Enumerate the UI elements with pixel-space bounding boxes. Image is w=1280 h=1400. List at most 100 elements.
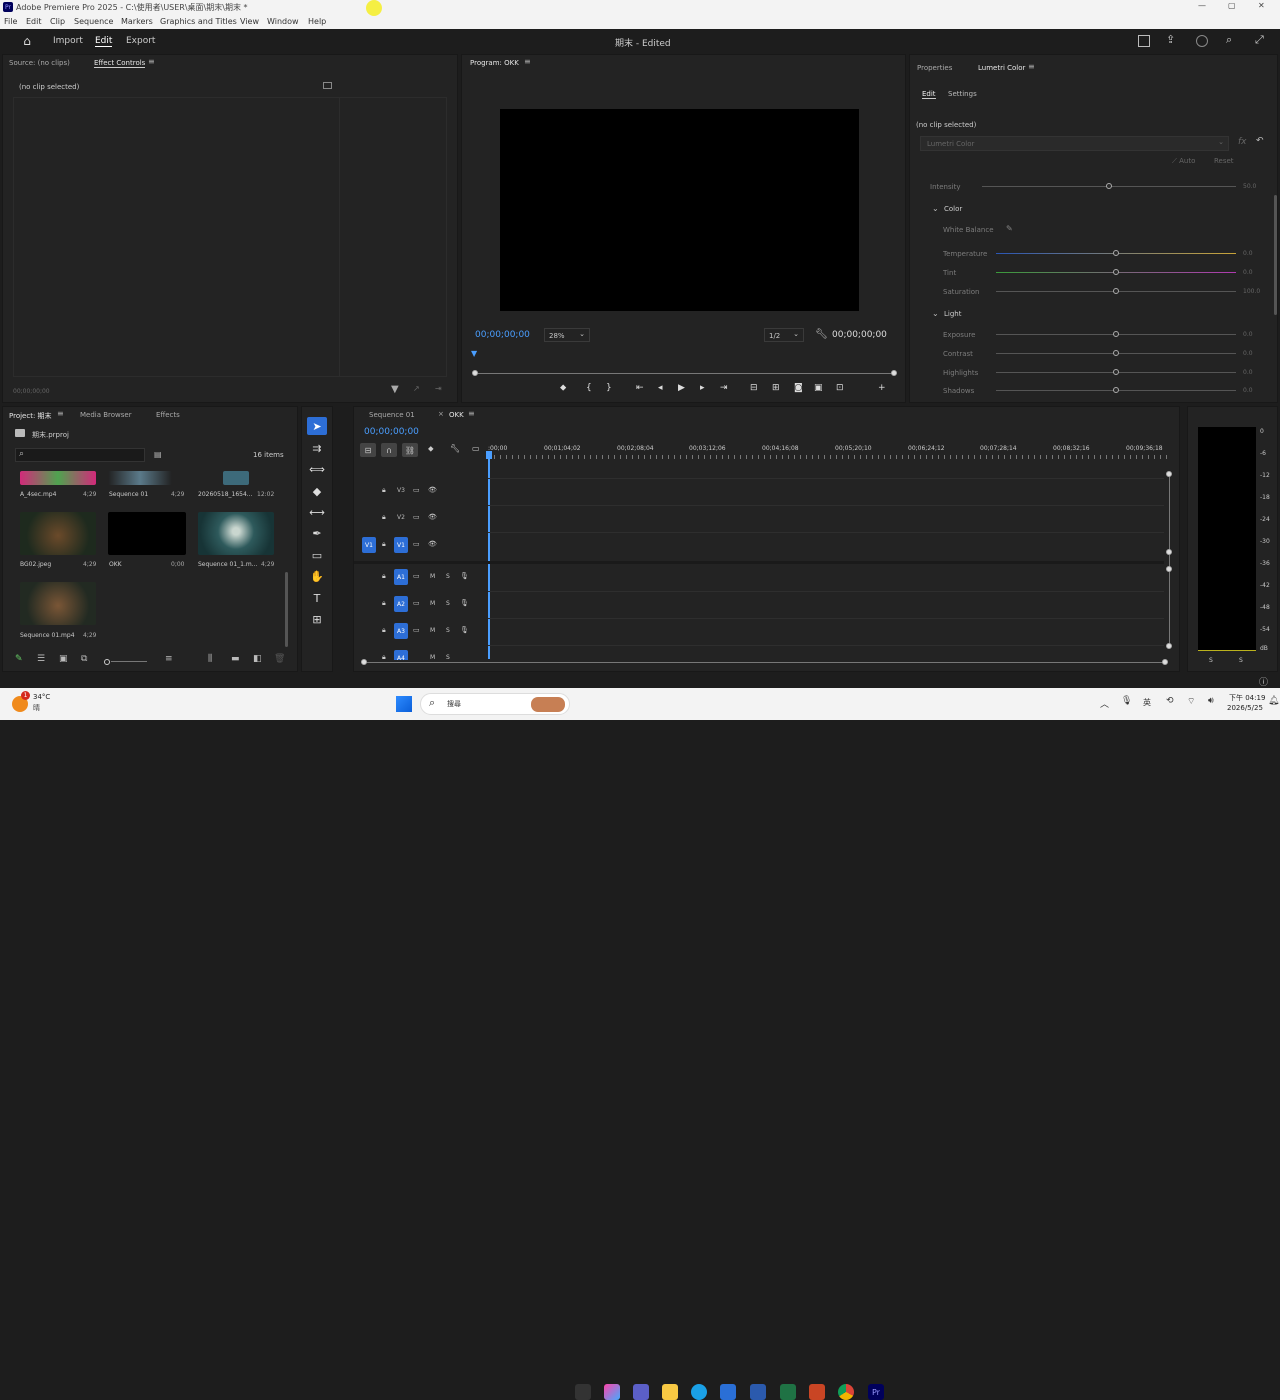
timeline-timecode[interactable]: 00;00;00;00: [364, 427, 419, 437]
hand-icon[interactable]: ✋: [307, 567, 327, 585]
powerpoint-icon[interactable]: [809, 1384, 825, 1400]
close-tab-icon[interactable]: ×: [438, 410, 444, 418]
step-forward-icon[interactable]: ▸: [700, 383, 705, 393]
tab-lumetri-color[interactable]: Lumetri Color: [978, 64, 1025, 72]
wifi-icon[interactable]: ⌔: [1187, 696, 1195, 707]
mark-out-icon[interactable]: }: [606, 383, 612, 393]
mic-icon[interactable]: 🎙︎: [460, 572, 469, 580]
volume-icon[interactable]: 🔊︎: [1208, 696, 1214, 706]
source-patch-v1[interactable]: V1: [362, 537, 376, 553]
playhead-handle[interactable]: [486, 451, 492, 459]
track-target-a4[interactable]: A4: [394, 650, 408, 660]
timeline-menu-icon[interactable]: ≡: [468, 409, 475, 418]
new-bin-icon[interactable]: ▤: [154, 450, 162, 459]
home-icon[interactable]: ⌂: [20, 34, 34, 48]
exposure-knob[interactable]: [1113, 331, 1119, 337]
edge-icon[interactable]: [691, 1384, 707, 1400]
step-back-icon[interactable]: ◂: [658, 383, 663, 393]
vertical-scrollbar[interactable]: [1169, 475, 1170, 647]
tab-lumetri-settings[interactable]: Settings: [948, 90, 977, 98]
go-to-out-icon[interactable]: ⇥: [720, 383, 728, 393]
eye-icon[interactable]: 👁︎: [428, 486, 437, 494]
maximize-button[interactable]: ▢: [1228, 1, 1236, 10]
hscroll-handle-right[interactable]: [1162, 659, 1168, 665]
tab-sequence-01[interactable]: Sequence 01: [369, 411, 415, 419]
pencil-icon[interactable]: ✎: [15, 654, 23, 664]
thumb-a-4sec[interactable]: [20, 471, 96, 485]
minimize-button[interactable]: —: [1198, 1, 1206, 10]
new-bin-footer-icon[interactable]: ▬: [231, 654, 240, 664]
lumetri-menu-icon[interactable]: ≡: [1028, 62, 1035, 71]
effect-select[interactable]: Lumetri Color ⌄: [920, 136, 1229, 151]
menu-view[interactable]: View: [240, 17, 259, 26]
solo-button[interactable]: S: [446, 627, 450, 634]
windows-start-icon[interactable]: [396, 696, 412, 712]
ripple-edit-icon[interactable]: ⟺: [307, 460, 327, 478]
vscroll-handle-mid[interactable]: [1166, 549, 1172, 555]
thumb-sequence-01[interactable]: [108, 471, 172, 485]
camera-icon[interactable]: ◙: [794, 383, 803, 393]
ime-indicator[interactable]: 英: [1143, 697, 1151, 708]
playhead-marker[interactable]: ▼: [471, 349, 477, 358]
share-icon[interactable]: ⇪: [1166, 33, 1175, 46]
marker-icon[interactable]: ⬥: [428, 444, 434, 454]
slip-icon[interactable]: ⟷: [307, 503, 327, 521]
wrench-icon[interactable]: 🔧︎: [815, 329, 828, 340]
tray-chevron-icon[interactable]: ︿: [1100, 697, 1109, 710]
collapse-icon[interactable]: [323, 82, 332, 89]
zoom-knob[interactable]: [104, 659, 110, 665]
search-icon[interactable]: ⌕: [1226, 33, 1232, 47]
zoom-slider[interactable]: [111, 661, 147, 662]
network-icon[interactable]: ⟲: [1166, 696, 1174, 706]
horizontal-scrollbar[interactable]: [366, 662, 1166, 663]
vscroll-handle-top[interactable]: [1166, 471, 1172, 477]
freeform-view-icon[interactable]: ⧉: [81, 654, 87, 664]
chevron-down-icon[interactable]: ⌄: [932, 204, 939, 213]
menu-edit[interactable]: Edit: [26, 17, 42, 26]
mic-icon[interactable]: 🎙︎: [460, 599, 469, 607]
caption-icon[interactable]: ⊞: [307, 610, 327, 628]
hscroll-handle-left[interactable]: [361, 659, 367, 665]
solo-button[interactable]: S: [446, 654, 450, 660]
eye-icon[interactable]: 👁︎: [428, 513, 437, 521]
add-marker-icon[interactable]: ⬥: [560, 383, 566, 393]
premiere-taskbar-icon[interactable]: Pr: [868, 1384, 884, 1400]
sort-icon[interactable]: ≡: [165, 654, 173, 664]
menu-clip[interactable]: Clip: [50, 17, 65, 26]
task-view-icon[interactable]: [575, 1384, 591, 1400]
menu-window[interactable]: Window: [267, 17, 299, 26]
solo-button[interactable]: S: [446, 600, 450, 607]
video-frame[interactable]: [500, 109, 859, 311]
chevron-down-icon[interactable]: ⌄: [932, 309, 939, 318]
workspaces-icon[interactable]: [1138, 35, 1150, 47]
resolution-select[interactable]: 1/2 ⌄: [764, 328, 804, 342]
menu-file[interactable]: File: [4, 17, 17, 26]
mute-button[interactable]: M: [430, 627, 435, 634]
zoom-scroll-bar[interactable]: [476, 373, 894, 374]
info-icon[interactable]: ⓘ: [1259, 675, 1268, 688]
tab-effects[interactable]: Effects: [156, 411, 180, 419]
multicam-icon[interactable]: ⊡: [836, 383, 844, 393]
tab-okk[interactable]: OKK: [449, 411, 464, 419]
microphone-icon[interactable]: 🎙︎: [1121, 696, 1132, 706]
tab-lumetri-edit[interactable]: Edit: [922, 90, 936, 99]
extract-icon[interactable]: ⊞: [772, 383, 780, 393]
highlights-knob[interactable]: [1113, 369, 1119, 375]
reset-button[interactable]: Reset: [1214, 157, 1234, 165]
fullscreen-icon[interactable]: ⤢: [1255, 33, 1264, 47]
tab-effect-controls[interactable]: Effect Controls: [94, 59, 146, 68]
captions-icon[interactable]: ▭: [472, 444, 480, 453]
pen-icon[interactable]: ✒: [307, 524, 327, 542]
mute-button[interactable]: M: [430, 573, 435, 580]
track-target-a2[interactable]: A2: [394, 596, 408, 612]
taskbar-search[interactable]: ⌕ 搜尋: [420, 693, 570, 715]
tab-media-browser[interactable]: Media Browser: [80, 411, 132, 419]
color-section-title[interactable]: Color: [944, 205, 962, 213]
mic-icon[interactable]: 🎙︎: [460, 626, 469, 634]
play-icon[interactable]: ▶: [678, 383, 685, 393]
track-target-a3[interactable]: A3: [394, 623, 408, 639]
import-tab[interactable]: Import: [53, 36, 83, 46]
thumb-sequence-01-mp4[interactable]: [20, 582, 96, 625]
mute-button[interactable]: M: [430, 600, 435, 607]
intensity-knob[interactable]: [1106, 183, 1112, 189]
